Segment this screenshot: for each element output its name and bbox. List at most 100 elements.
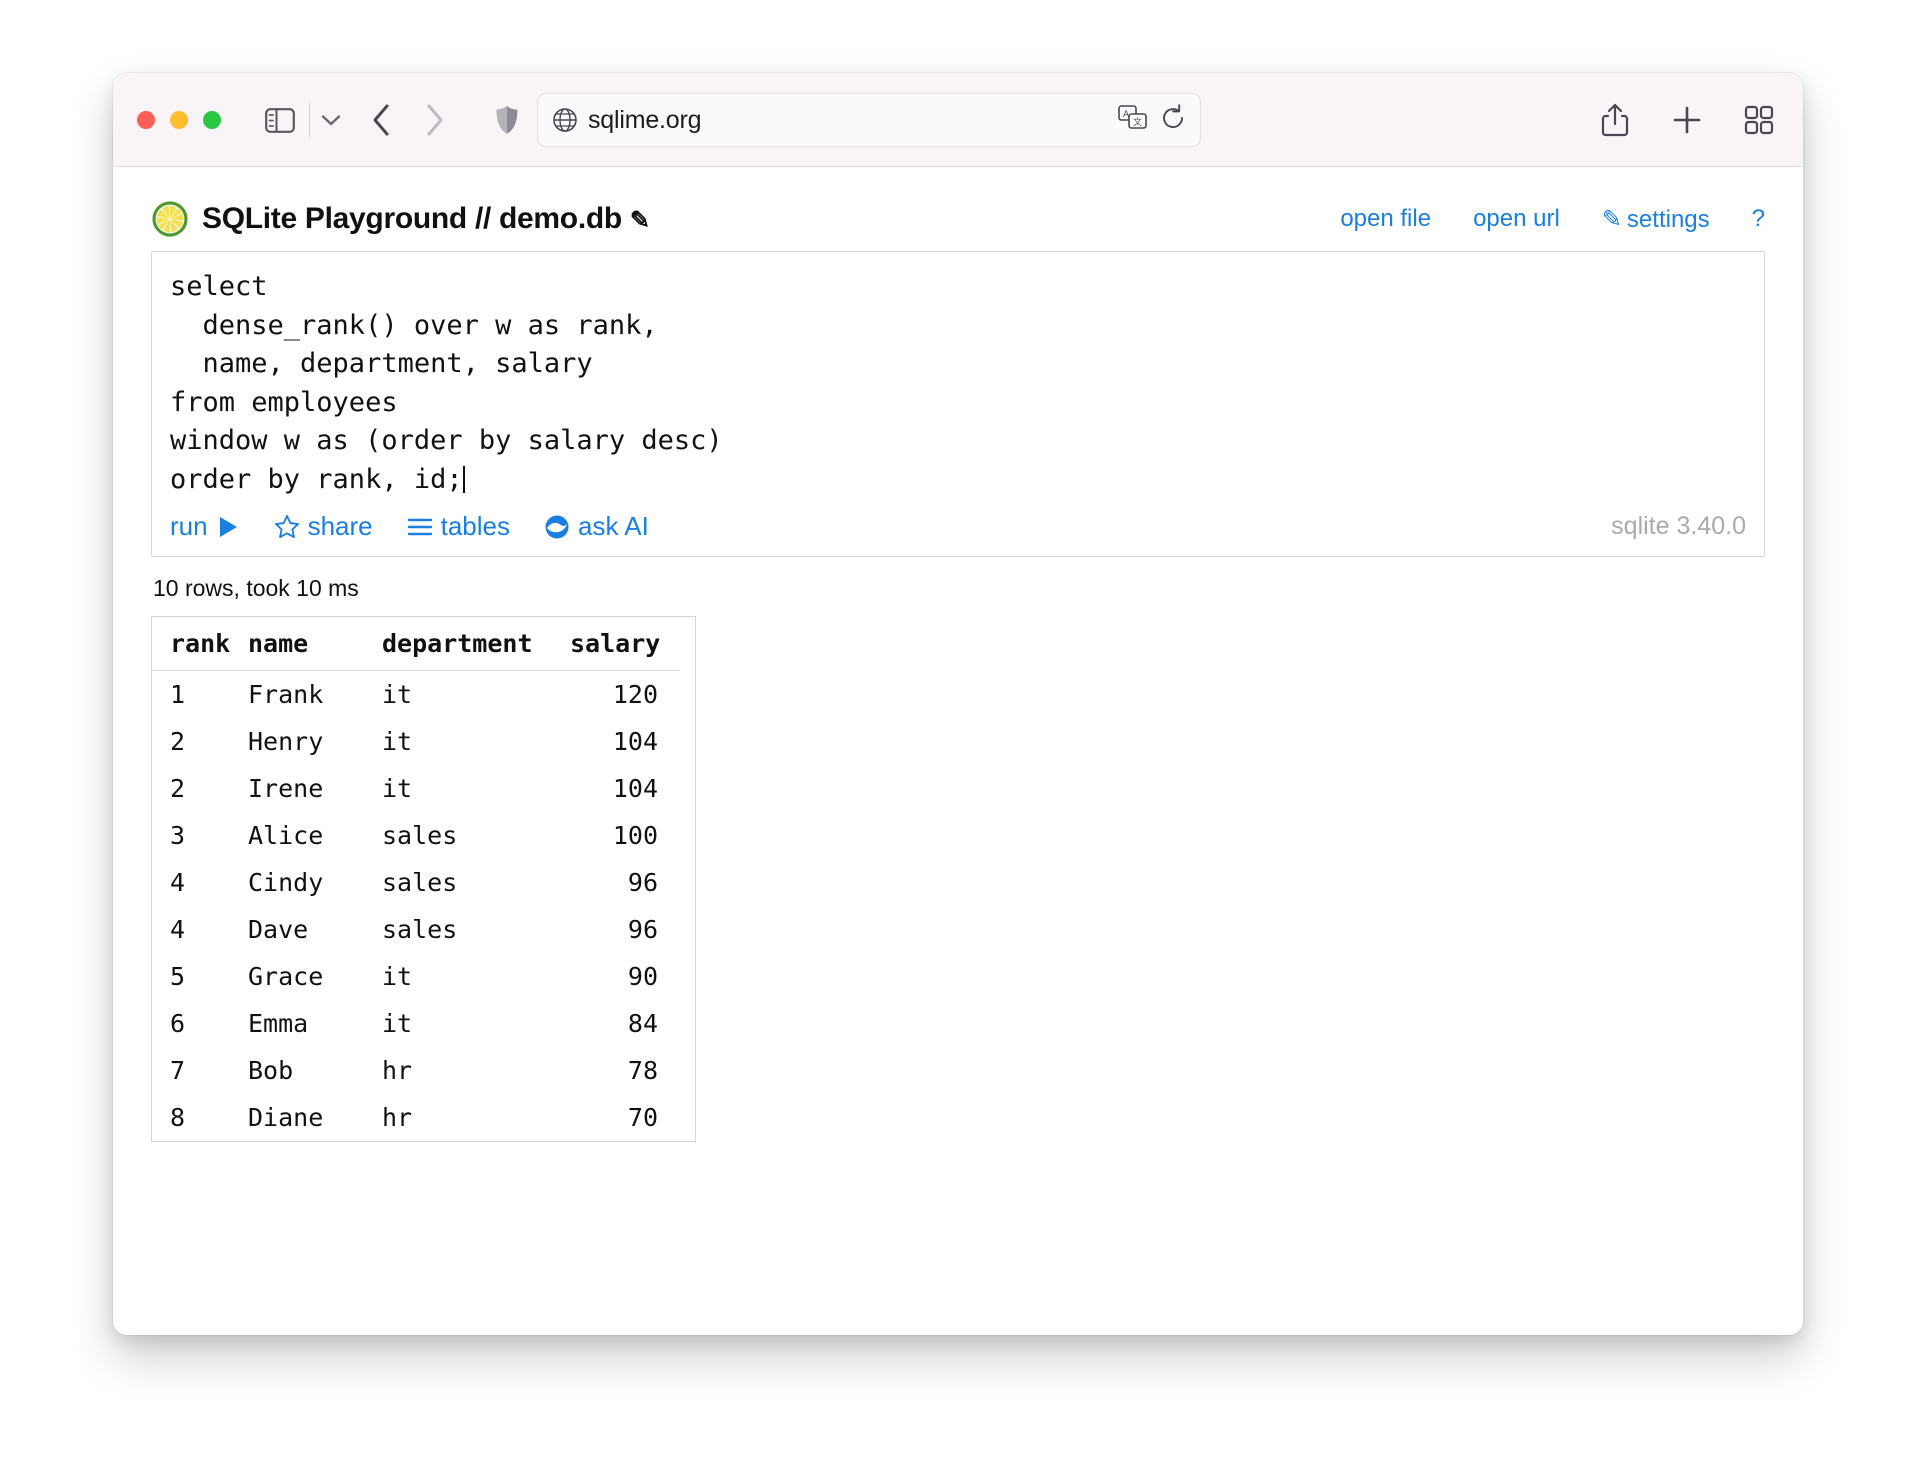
reload-icon[interactable] bbox=[1160, 103, 1186, 137]
table-row: 4 Dave sales 96 bbox=[152, 906, 680, 953]
open-url-link[interactable]: open url bbox=[1473, 205, 1560, 233]
back-button[interactable] bbox=[359, 99, 403, 141]
database-name[interactable]: demo.db bbox=[499, 202, 622, 235]
result-status: 10 rows, took 10 ms bbox=[153, 575, 359, 601]
table-cell-department: sales bbox=[382, 821, 458, 850]
forward-button[interactable] bbox=[413, 99, 457, 141]
translate-icon[interactable]: A 文 bbox=[1118, 104, 1148, 136]
column-header-salary[interactable]: salary bbox=[570, 617, 680, 671]
toolbar-divider bbox=[309, 103, 310, 137]
table-cell-name: Bob bbox=[248, 1056, 294, 1085]
table-cell-department: sales bbox=[382, 868, 458, 897]
table-cell-salary: 84 bbox=[627, 1009, 658, 1038]
table-cell-rank: 4 bbox=[170, 915, 186, 944]
privacy-shield-icon bbox=[496, 106, 518, 134]
table-cell-name: Alice bbox=[248, 821, 324, 850]
table-cell-salary: 120 bbox=[612, 680, 658, 709]
window-controls bbox=[137, 111, 221, 129]
sql-input[interactable]: select dense_rank() over w as rank, name… bbox=[152, 252, 1764, 509]
table-cell-salary: 104 bbox=[612, 774, 658, 803]
pencil-icon[interactable]: ✎ bbox=[630, 207, 650, 234]
table-row: 4 Cindy sales 96 bbox=[152, 859, 680, 906]
tab-overview-icon bbox=[1744, 105, 1774, 135]
table-cell-name: Grace bbox=[248, 962, 324, 991]
header-links: open file open url ✎ settings ? bbox=[1340, 205, 1765, 234]
pencil-icon: ✎ bbox=[1601, 205, 1622, 233]
column-header-name[interactable]: name bbox=[248, 617, 382, 671]
sql-text: select dense_rank() over w as rank, name… bbox=[170, 271, 723, 495]
table-cell-department: it bbox=[382, 1009, 413, 1038]
table-cell-rank: 2 bbox=[170, 727, 186, 756]
tables-button[interactable]: tables bbox=[407, 511, 510, 542]
play-icon bbox=[219, 516, 237, 537]
table-cell-rank: 3 bbox=[170, 821, 186, 850]
table-cell-salary: 70 bbox=[627, 1103, 658, 1132]
table-cell-rank: 1 bbox=[170, 680, 186, 709]
table-row: 7 Bob hr 78 bbox=[152, 1047, 680, 1094]
open-file-link[interactable]: open file bbox=[1340, 205, 1431, 233]
settings-link[interactable]: ✎ settings bbox=[1602, 205, 1710, 234]
tables-label: tables bbox=[440, 511, 511, 541]
hamburger-icon bbox=[407, 518, 432, 535]
lime-slice-icon bbox=[152, 201, 188, 237]
tab-group-button[interactable] bbox=[313, 101, 349, 139]
sidebar-icon bbox=[265, 107, 295, 133]
column-header-rank[interactable]: rank bbox=[152, 617, 248, 671]
browser-actions bbox=[1595, 99, 1779, 141]
globe-icon bbox=[552, 107, 578, 133]
url-text: sqlime.org bbox=[588, 105, 702, 134]
help-link[interactable]: ? bbox=[1752, 205, 1765, 233]
table-row: 8 Diane hr 70 bbox=[152, 1094, 680, 1141]
table-cell-salary: 96 bbox=[627, 915, 658, 944]
table-cell-name: Frank bbox=[248, 680, 324, 709]
address-bar[interactable]: sqlime.org A 文 bbox=[537, 93, 1201, 147]
table-cell-department: it bbox=[382, 680, 413, 709]
table-row: 2 Henry it 104 bbox=[152, 718, 680, 765]
share-label: share bbox=[307, 511, 373, 541]
sidebar-toggle-button[interactable] bbox=[260, 101, 300, 139]
forward-arrow-icon bbox=[427, 104, 443, 136]
table-cell-salary: 90 bbox=[627, 962, 658, 991]
table-cell-department: it bbox=[382, 962, 413, 991]
run-button[interactable]: run bbox=[170, 511, 240, 542]
results-table-header: rank name department salary bbox=[152, 617, 680, 671]
table-cell-rank: 8 bbox=[170, 1103, 186, 1132]
run-label: run bbox=[170, 511, 208, 541]
plus-icon bbox=[1673, 106, 1701, 134]
tab-overview-button[interactable] bbox=[1739, 99, 1779, 141]
settings-label: settings bbox=[1626, 205, 1710, 233]
table-cell-rank: 4 bbox=[170, 868, 186, 897]
app-header: SQLite Playground//demo.db ✎ open file op… bbox=[151, 193, 1765, 245]
table-cell-rank: 6 bbox=[170, 1009, 186, 1038]
zoom-window-button[interactable] bbox=[203, 111, 221, 129]
title-separator: // bbox=[474, 202, 492, 235]
close-window-button[interactable] bbox=[137, 111, 155, 129]
share-query-button[interactable]: share bbox=[274, 511, 373, 542]
share-button-browser[interactable] bbox=[1595, 99, 1635, 141]
table-cell-name: Dave bbox=[248, 915, 309, 944]
table-cell-name: Diane bbox=[248, 1103, 324, 1132]
table-row: 3 Alice sales 100 bbox=[152, 812, 680, 859]
new-tab-button[interactable] bbox=[1667, 99, 1707, 141]
privacy-report-button[interactable] bbox=[489, 99, 525, 141]
editor-toolbar: run share tables ask AI sqlite 3.40.0 bbox=[152, 509, 1764, 556]
table-row: 5 Grace it 90 bbox=[152, 953, 680, 1000]
results-table-container: rank name department salary 1 Frank it 120 2… bbox=[151, 616, 696, 1142]
table-cell-name: Cindy bbox=[248, 868, 324, 897]
table-cell-rank: 7 bbox=[170, 1056, 186, 1085]
table-cell-department: sales bbox=[382, 915, 458, 944]
table-row: 2 Irene it 104 bbox=[152, 765, 680, 812]
browser-window: sqlime.org A 文 SQLite Playground // demo… bbox=[113, 73, 1803, 1335]
results-table: rank name department salary 1 Frank it 120 2… bbox=[152, 617, 680, 1141]
back-arrow-icon bbox=[373, 104, 389, 136]
svg-text:文: 文 bbox=[1133, 116, 1142, 128]
ask-ai-button[interactable]: ask AI bbox=[544, 511, 649, 542]
table-cell-department: hr bbox=[382, 1103, 413, 1132]
table-cell-name: Emma bbox=[248, 1009, 309, 1038]
page-title: SQLite Playground//demo.db ✎ bbox=[202, 202, 650, 236]
column-header-department[interactable]: department bbox=[382, 617, 570, 671]
table-cell-department: it bbox=[382, 774, 413, 803]
sql-editor-panel: select dense_rank() over w as rank, name… bbox=[151, 251, 1765, 557]
chevron-down-icon bbox=[321, 114, 341, 125]
minimize-window-button[interactable] bbox=[170, 111, 188, 129]
